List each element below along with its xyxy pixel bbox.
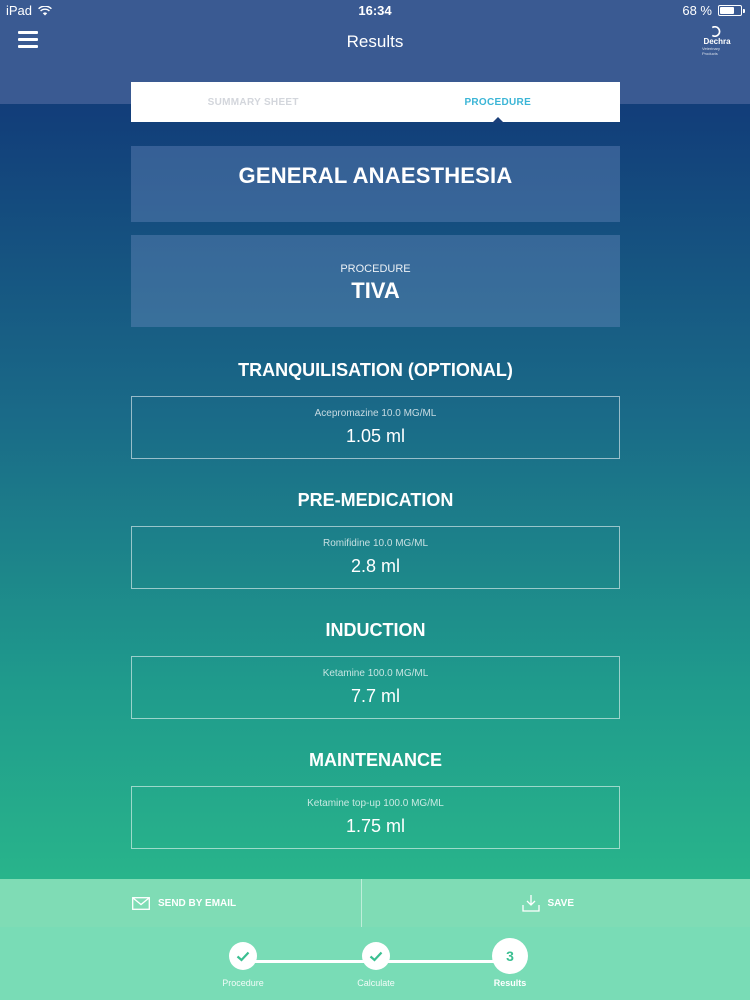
battery-icon [718, 5, 745, 16]
send-by-email-label: SEND BY EMAIL [158, 897, 237, 909]
step-calculate[interactable]: Calculate [336, 942, 416, 988]
page-title: Results [346, 32, 404, 51]
section-title-pre-medication: PRE-MEDICATION [297, 490, 454, 510]
drug-box-induction: Ketamine 100.0 MG/ML 7.7 ml [131, 656, 620, 719]
logo-subtext: Veterinary Products [702, 46, 721, 56]
send-by-email-button[interactable]: SEND BY EMAIL [0, 879, 362, 927]
drug-name: Ketamine 100.0 MG/ML [322, 668, 429, 679]
drug-box-tranquilisation: Acepromazine 10.0 MG/ML 1.05 ml [131, 396, 620, 459]
anaesthesia-title: GENERAL ANAESTHESIA [238, 163, 513, 188]
battery-percent: 68 % [682, 3, 712, 18]
procedure-label: PROCEDURE [340, 263, 411, 275]
anaesthesia-card: GENERAL ANAESTHESIA [131, 146, 620, 222]
result-tabs: SUMMARY SHEET PROCEDURE [131, 82, 621, 123]
drug-dose: 1.05 ml [345, 426, 406, 446]
step-label: Calculate [357, 978, 395, 988]
section-title-maintenance: MAINTENANCE [309, 750, 442, 770]
checkmark-icon [236, 951, 250, 962]
action-bar: SEND BY EMAIL SAVE [0, 879, 750, 927]
step-circle-current: 3 [492, 938, 528, 974]
step-label: Procedure [222, 978, 264, 988]
tab-summary-sheet[interactable]: SUMMARY SHEET [131, 82, 376, 122]
checkmark-icon [369, 951, 383, 962]
step-circle [362, 942, 390, 970]
save-label: SAVE [547, 897, 575, 909]
drug-name: Ketamine top-up 100.0 MG/ML [307, 798, 444, 809]
dechra-logo-icon [711, 26, 721, 37]
progress-stepper: Procedure Calculate 3 Results [0, 927, 750, 1000]
step-procedure[interactable]: Procedure [203, 942, 283, 988]
status-time: 16:34 [358, 3, 392, 18]
section-title-tranquilisation: TRANQUILISATION (OPTIONAL) [238, 360, 513, 380]
drug-box-pre-medication: Romifidine 10.0 MG/ML 2.8 ml [131, 526, 620, 589]
logo-text: Dechra [703, 37, 731, 46]
section-title-induction: INDUCTION [325, 620, 426, 640]
download-icon [521, 895, 540, 912]
battery-fill [720, 7, 734, 14]
status-bar: iPad 16:34 68 % [0, 0, 750, 22]
drug-name: Romifidine 10.0 MG/ML [322, 538, 429, 549]
envelope-icon [132, 896, 150, 910]
drug-dose: 7.7 ml [350, 686, 401, 706]
procedure-card: PROCEDURE TIVA [131, 235, 620, 327]
step-circle [229, 942, 257, 970]
step-results[interactable]: 3 Results [470, 938, 550, 988]
nav-bar: Results Dechra Veterinary Products [0, 22, 750, 62]
step-label: Results [493, 978, 527, 988]
drug-dose: 2.8 ml [350, 556, 401, 576]
drug-dose: 1.75 ml [345, 816, 406, 836]
drug-name: Acepromazine 10.0 MG/ML [314, 408, 437, 419]
dechra-logo: Dechra Veterinary Products [702, 26, 732, 56]
save-button[interactable]: SAVE [362, 879, 750, 927]
procedure-value: TIVA [351, 278, 400, 303]
drug-box-maintenance: Ketamine top-up 100.0 MG/ML 1.75 ml [131, 786, 620, 849]
tab-procedure[interactable]: PROCEDURE [376, 82, 621, 123]
